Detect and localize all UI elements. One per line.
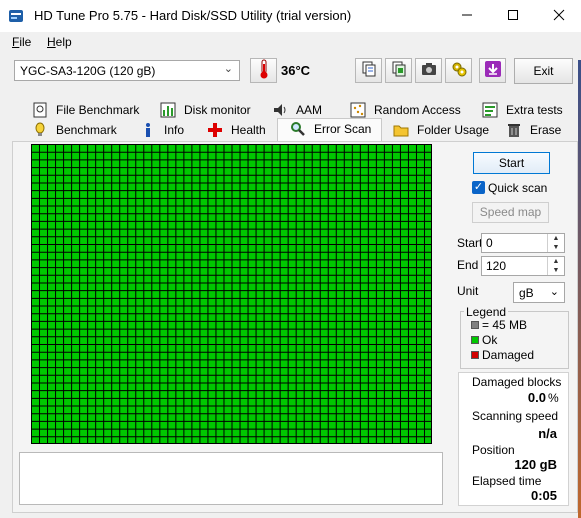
drive-select-value: YGC-SA3-120G (120 gB) [20, 64, 156, 78]
end-field[interactable]: 120 ▲ ▼ [481, 256, 565, 276]
settings-icon [451, 61, 467, 80]
download-button[interactable] [479, 58, 506, 83]
start-button[interactable]: Start [473, 152, 550, 174]
minimize-button[interactable] [444, 0, 490, 32]
start-field-value: 0 [486, 236, 493, 250]
position-value: 120 gB [514, 457, 557, 472]
menu-file[interactable]: File [12, 35, 31, 49]
quick-scan-checkbox[interactable]: ✓ [472, 181, 485, 194]
damaged-blocks-value: 0.0 [527, 390, 546, 405]
elapsed-time-value: 0:05 [530, 488, 557, 503]
legend-swatch-block [471, 321, 479, 329]
spin-down-icon[interactable]: ▼ [548, 266, 564, 275]
drive-select[interactable]: YGC-SA3-120G (120 gB) ⌄ [14, 60, 240, 81]
chevron-down-icon: ⌄ [549, 286, 559, 298]
legend-title: Legend [464, 305, 509, 319]
scan-block-map [31, 144, 432, 444]
disk-monitor-icon [160, 102, 176, 118]
minimize-icon [461, 8, 473, 24]
file-benchmark-icon [32, 102, 48, 118]
menu-bar [0, 32, 581, 52]
position-label: Position [472, 443, 515, 457]
temperature-value: 36°C [281, 63, 311, 78]
thermometer-icon [258, 59, 270, 82]
damaged-blocks-label: Damaged blocks [472, 375, 562, 389]
tab-error-scan-content[interactable]: Error Scan [290, 119, 371, 139]
end-field-value: 120 [486, 259, 507, 273]
random-access-icon [350, 102, 366, 118]
copy-text-button[interactable] [355, 58, 382, 83]
maximize-button[interactable] [490, 0, 536, 32]
tab-label: Random Access [374, 103, 461, 117]
tab-label: Erase [530, 123, 562, 137]
spin-up-icon[interactable]: ▲ [548, 234, 564, 243]
tab-random-access[interactable]: Random Access [350, 100, 461, 120]
legend-ok: Ok [482, 333, 498, 347]
copy-screenshot-button[interactable] [385, 58, 412, 83]
spinner-arrows[interactable]: ▲ ▼ [547, 257, 564, 275]
log-box [19, 452, 443, 505]
camera-icon [421, 61, 437, 80]
quick-scan-label: Quick scan [488, 181, 548, 195]
close-icon [553, 8, 565, 24]
temperature-button[interactable] [250, 58, 277, 83]
elapsed-time-label: Elapsed time [472, 474, 542, 488]
trash-icon [506, 122, 522, 138]
window-title: HD Tune Pro 5.75 - Hard Disk/SSD Utility… [34, 8, 352, 23]
health-icon [207, 122, 223, 138]
damaged-blocks-unit: % [548, 391, 559, 405]
benchmark-icon [32, 122, 48, 138]
copy-text-icon [361, 61, 377, 80]
settings-button[interactable] [445, 58, 472, 83]
tab-label: Benchmark [56, 123, 117, 137]
legend-swatch-damaged [471, 351, 479, 359]
spin-up-icon[interactable]: ▲ [548, 257, 564, 266]
scanning-speed-value: n/a [538, 426, 557, 441]
tab-disk-monitor[interactable]: Disk monitor [160, 100, 251, 120]
download-icon [484, 60, 502, 81]
maximize-icon [507, 8, 519, 24]
tab-label: Health [231, 123, 266, 137]
speaker-icon [272, 102, 288, 118]
spin-down-icon[interactable]: ▼ [548, 243, 564, 252]
tab-file-benchmark[interactable]: File Benchmark [32, 100, 139, 120]
unit-label: Unit [457, 284, 479, 298]
unit-select-value: gB [519, 286, 534, 300]
exit-button[interactable]: Exit [514, 58, 573, 84]
close-button[interactable] [536, 0, 581, 32]
app-icon [8, 8, 24, 24]
tab-benchmark[interactable]: Benchmark [32, 120, 117, 140]
tab-label: AAM [296, 103, 323, 117]
tab-label: Disk monitor [184, 103, 251, 117]
tab-info[interactable]: Info [140, 120, 184, 140]
tab-label: Error Scan [314, 122, 372, 136]
chevron-down-icon: ⌄ [223, 63, 233, 75]
legend-block-size: = 45 MB [482, 318, 528, 332]
tab-health[interactable]: Health [207, 120, 266, 140]
menu-help[interactable]: Help [47, 35, 72, 49]
tab-erase[interactable]: Erase [506, 120, 561, 140]
camera-button[interactable] [415, 58, 442, 83]
tab-label: Extra tests [506, 103, 563, 117]
spinner-arrows[interactable]: ▲ ▼ [547, 234, 564, 252]
extra-tests-icon [482, 102, 498, 118]
tab-folder-usage[interactable]: Folder Usage [393, 120, 489, 140]
tab-label: Folder Usage [417, 123, 490, 137]
copy-screenshot-icon [391, 61, 407, 80]
start-field[interactable]: 0 ▲ ▼ [481, 233, 565, 253]
folder-icon [393, 122, 409, 138]
end-field-label: End [457, 258, 479, 272]
legend-swatch-ok [471, 336, 479, 344]
tab-label: File Benchmark [56, 103, 140, 117]
magnifier-icon [290, 121, 306, 137]
tab-label: Info [164, 123, 185, 137]
tab-extra-tests[interactable]: Extra tests [482, 100, 563, 120]
unit-select[interactable]: gB ⌄ [513, 282, 565, 303]
legend-damaged: Damaged [482, 348, 535, 362]
speed-map-button[interactable]: Speed map [472, 202, 549, 223]
tab-aam[interactable]: AAM [272, 100, 322, 120]
start-field-label: Start [457, 236, 483, 250]
info-icon [140, 122, 156, 138]
scanning-speed-label: Scanning speed [472, 409, 559, 423]
